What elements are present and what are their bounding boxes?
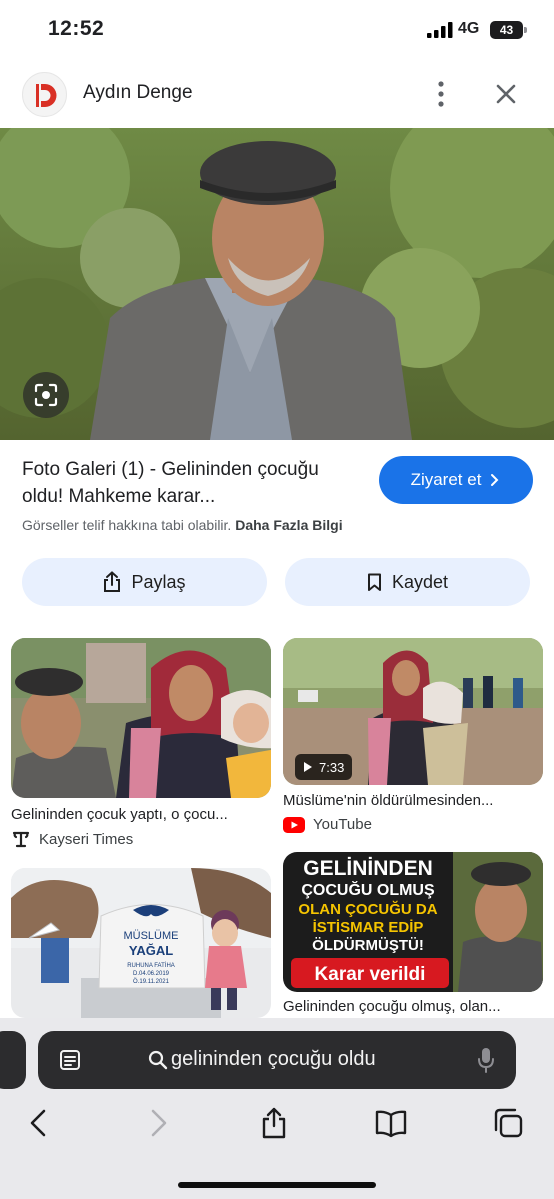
related-source-2[interactable]: YouTube	[283, 816, 372, 833]
grave-surname: YAĞAL	[129, 943, 173, 958]
cellular-signal-icon	[427, 22, 453, 38]
network-type: 4G	[458, 20, 480, 37]
related-image-4[interactable]: GELİNİNDEN ÇOCUĞU OLMUŞ OLAN ÇOCUĞU DA İ…	[283, 852, 543, 992]
related-source-label-2: YouTube	[313, 816, 372, 833]
search-bar[interactable]: gelininden çocuğu oldu	[38, 1031, 516, 1089]
visit-button[interactable]: Ziyaret et	[379, 456, 533, 504]
visit-button-label: Ziyaret et	[410, 470, 482, 489]
share-button[interactable]: Paylaş	[22, 558, 267, 606]
tabs-icon[interactable]	[491, 1106, 525, 1140]
headline-line-1: GELİNİNDEN	[303, 857, 433, 880]
headline-line-4: İSTİSMAR EDİP	[313, 919, 424, 936]
battery-tip	[524, 27, 527, 33]
source-header: Aydın Denge	[0, 62, 554, 128]
share-icon[interactable]	[257, 1106, 291, 1140]
copyright-text: Görseller telif hakkına tabi olabilir.	[22, 517, 232, 533]
headline-line-2: ÇOCUĞU OLMUŞ	[301, 880, 435, 899]
headline-banner: Karar verildi	[315, 964, 426, 985]
chevron-right-icon	[491, 474, 499, 486]
browser-toolbar: gelininden çocuğu oldu	[0, 1018, 554, 1199]
home-indicator	[178, 1182, 376, 1188]
related-image-2[interactable]: 7:33	[283, 638, 543, 785]
kayseri-times-icon	[12, 831, 30, 848]
share-icon	[104, 571, 121, 592]
related-source-1[interactable]: Kayseri Times	[11, 829, 133, 849]
forward-arrow-icon[interactable]	[141, 1106, 175, 1140]
headline-line-5: ÖLDÜRMÜŞTÜ!	[312, 937, 424, 954]
youtube-icon	[283, 816, 305, 833]
previous-tab-peek[interactable]	[0, 1031, 26, 1089]
headline-line-3: OLAN ÇOCUĞU DA	[298, 900, 437, 918]
more-info-link[interactable]: Daha Fazla Bilgi	[235, 517, 342, 533]
share-button-label: Paylaş	[131, 571, 186, 592]
status-bar: 12:52 4G 43	[0, 0, 554, 62]
search-query[interactable]: gelininden çocuğu oldu	[171, 1048, 376, 1071]
grave-birth-date: D.04.06.2019	[133, 971, 170, 977]
related-caption-1[interactable]: Gelininden çocuk yaptı, o çocu...	[11, 806, 267, 823]
more-vert-icon[interactable]	[428, 78, 454, 110]
status-time: 12:52	[48, 17, 105, 40]
save-button[interactable]: Kaydet	[285, 558, 530, 606]
microphone-icon[interactable]	[477, 1047, 495, 1073]
result-title[interactable]: Foto Galeri (1) - Gelininden çocuğu oldu…	[22, 456, 357, 510]
grave-death-date: Ö.19.11.2021	[133, 978, 170, 985]
related-caption-4[interactable]: Gelininden çocuğu olmuş, olan...	[283, 998, 539, 1015]
related-image-1[interactable]	[11, 638, 271, 798]
site-name[interactable]: Aydın Denge	[83, 82, 193, 104]
back-arrow-icon[interactable]	[22, 1106, 56, 1140]
related-source-label-1: Kayseri Times	[39, 830, 134, 848]
battery-icon: 43	[490, 21, 523, 39]
play-icon	[304, 762, 312, 772]
copyright-notice: Görseller telif hakkına tabi olabilir. D…	[22, 517, 343, 533]
video-duration: 7:33	[319, 759, 345, 775]
related-caption-2[interactable]: Müslüme'nin öldürülmesinden...	[283, 792, 539, 809]
search-icon	[148, 1050, 168, 1070]
main-image[interactable]	[0, 128, 554, 440]
grave-name: MÜSLÜME	[123, 930, 178, 942]
lens-search-icon[interactable]	[23, 372, 69, 418]
book-icon[interactable]	[374, 1106, 408, 1140]
aydin-denge-logo-icon[interactable]	[22, 72, 67, 117]
page-menu-icon[interactable]	[58, 1048, 82, 1072]
related-image-3[interactable]: MÜSLÜME YAĞAL RUHUNA FATİHA D.04.06.2019…	[11, 868, 271, 1018]
grave-fatiha: RUHUNA FATİHA	[127, 962, 175, 969]
bookmark-icon	[367, 573, 381, 591]
save-button-label: Kaydet	[391, 571, 449, 592]
close-icon[interactable]	[490, 78, 522, 110]
video-duration-badge: 7:33	[295, 754, 353, 780]
